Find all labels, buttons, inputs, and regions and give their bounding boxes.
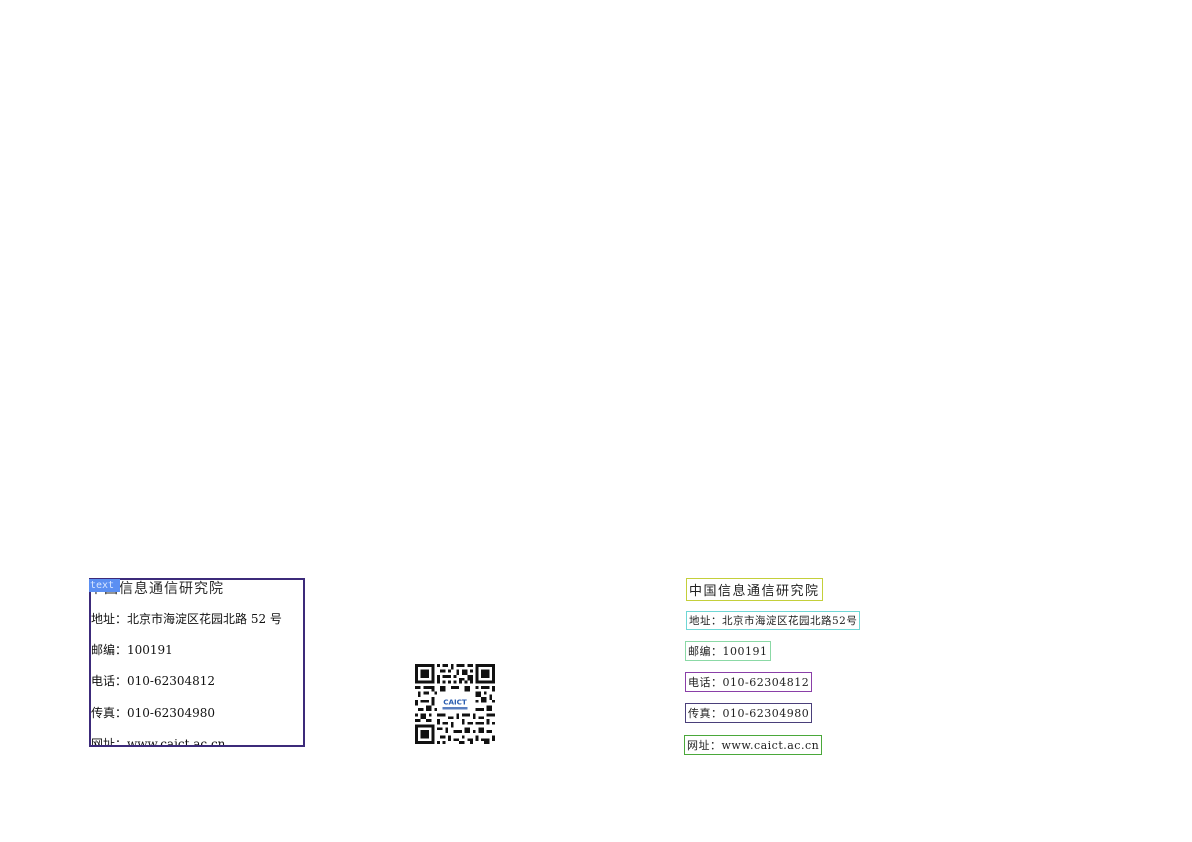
left-contact-frame (89, 578, 305, 747)
right-phone: 电话：010-62304812 (685, 672, 813, 692)
right-org-name: 中国信息通信研究院 (686, 578, 823, 601)
left-phone: 电话：010-62304812 (91, 674, 216, 688)
left-address: 地址：北京市海淀区花园北路 52 号 (91, 612, 282, 626)
right-fax: 传真：010-62304980 (685, 703, 813, 723)
qr-logo-text: CAICT (443, 697, 467, 706)
left-website: 网址：www.caict.ac.cn (91, 737, 226, 745)
right-postcode: 邮编：100191 (685, 641, 771, 661)
text-region-tag: text (89, 579, 120, 592)
right-website: 网址：www.caict.ac.cn (684, 735, 823, 755)
left-fax: 传真：010-62304980 (91, 706, 216, 720)
qr-code-image: CAICT (415, 664, 495, 744)
right-address: 地址：北京市海淀区花园北路52号 (686, 611, 861, 630)
left-postcode: 邮编：100191 (91, 643, 173, 657)
